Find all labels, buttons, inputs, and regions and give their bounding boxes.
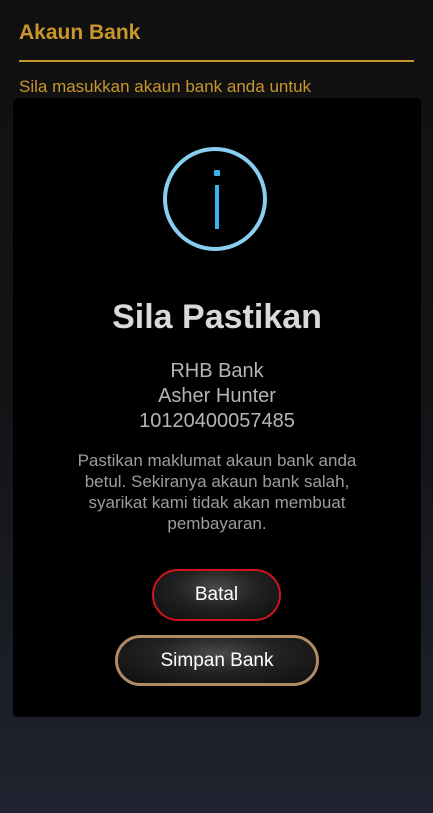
bank-details: RHB Bank Asher Hunter 10120400057485	[13, 359, 421, 434]
account-holder-name: Asher Hunter	[158, 385, 276, 407]
save-bank-button[interactable]: Simpan Bank	[115, 635, 319, 686]
confirm-bank-dialog: Sila Pastikan RHB Bank Asher Hunter 1012…	[13, 98, 421, 717]
page-title: Akaun Bank	[19, 21, 141, 44]
page-instruction: Sila masukkan akaun bank anda untuk	[19, 77, 312, 96]
info-icon-stem	[215, 185, 219, 229]
account-number: 10120400057485	[139, 410, 295, 432]
dialog-message: Pastikan maklumat akaun bank anda betul.…	[77, 451, 357, 533]
info-icon	[163, 147, 267, 251]
dialog-title: Sila Pastikan	[112, 298, 322, 336]
info-icon-dot	[214, 170, 220, 176]
cancel-button[interactable]: Batal	[152, 569, 281, 621]
header-divider	[19, 60, 414, 62]
bank-name: RHB Bank	[170, 360, 264, 382]
